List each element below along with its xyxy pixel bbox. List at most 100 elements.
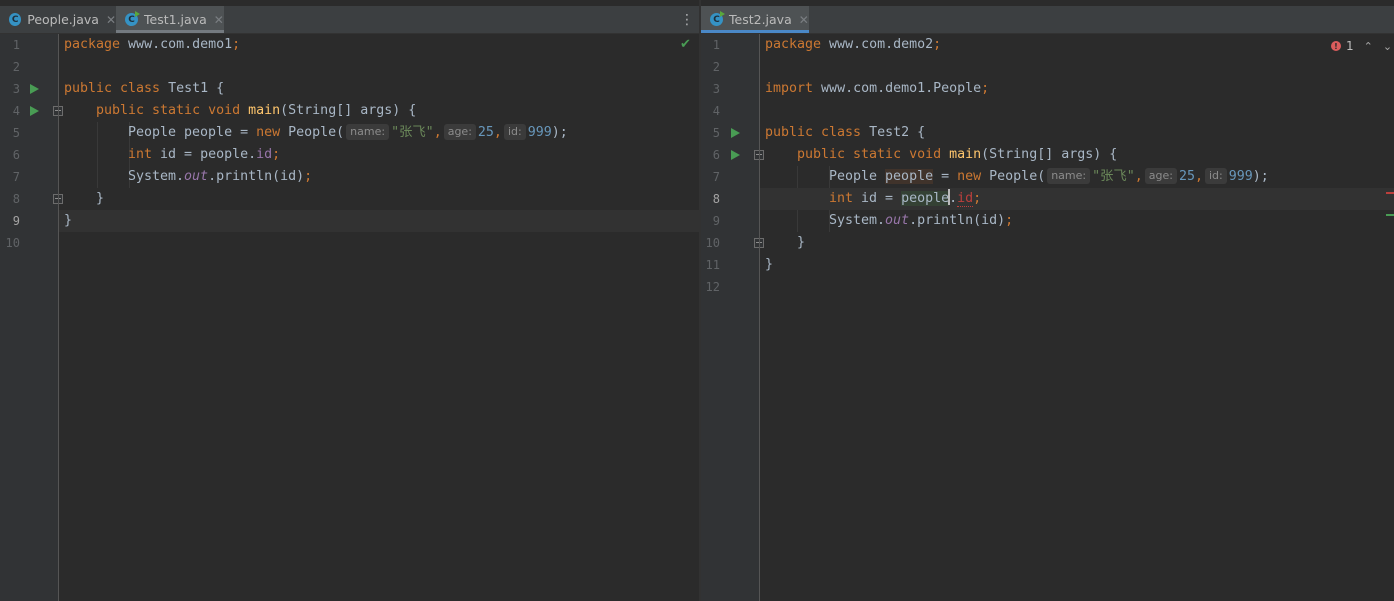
param-hint: name: [1047,168,1091,184]
line-number: 8 [12,192,20,206]
run-class-icon[interactable] [30,84,39,94]
error-count: 1 [1346,39,1354,53]
next-highlight-icon[interactable]: ⌄ [1383,40,1392,53]
usage-stripe-mark[interactable] [1386,214,1394,216]
left-tab-bar: C People.java ✕ C Test1.java ✕ ⋮ [0,6,699,34]
close-icon[interactable]: ✕ [799,13,809,27]
line-number: 2 [12,60,20,74]
code-text: .println(id) [208,169,305,184]
runnable-class-icon: C [125,11,140,26]
variable-highlight: people [885,169,934,184]
variable-highlight: people [901,191,950,206]
code-text: People( [981,169,1046,184]
line-number: 8 [712,192,720,206]
line-number: 7 [12,170,20,184]
left-gutter: 1 2 3 4 5 6 7 8 9 10 [0,34,63,601]
code-text: , [1194,169,1203,184]
code-text: id = people. [152,147,257,162]
code-text: www.com.demo2 [821,37,934,52]
code-line-11: } [760,254,1394,276]
inspection-widget[interactable]: ! 1 ⌃ ⌄ [1331,39,1392,53]
static-field: out [184,169,209,184]
code-text: ; [973,191,982,206]
right-tab-bar: C Test2.java ✕ [701,6,1394,34]
code-text: ; [981,81,990,96]
static-field: out [885,213,910,228]
run-class-icon[interactable] [731,128,740,138]
code-text: Test2 { [861,125,926,140]
right-editor-pane: C Test2.java ✕ 1 2 3 4 5 6 7 8 9 10 11 1… [701,0,1394,601]
code-line-5: public class Test2 { [760,122,1394,144]
line-number: 11 [705,258,720,272]
keyword: new [957,169,982,184]
code-text: www.com.demo1.People [813,81,982,96]
close-icon[interactable]: ✕ [214,13,224,27]
code-line-8: } [59,188,699,210]
method-name: main [949,147,982,162]
tab-test1-java[interactable]: C Test1.java ✕ [116,6,224,33]
check-mark-icon[interactable]: ✔ [680,37,691,52]
close-icon[interactable]: ✕ [106,13,116,27]
line-number: 1 [712,38,720,52]
code-line-7: System.out.println(id); [59,166,699,188]
code-text: .println(id) [909,213,1006,228]
left-editor-pane: C People.java ✕ C Test1.java ✕ ⋮ 1 2 3 4… [0,0,699,601]
line-number: 5 [712,126,720,140]
field-name: id [256,147,273,162]
error-field: id [957,191,974,207]
code-line-3: import www.com.demo1.People; [760,78,1394,100]
line-number: 3 [12,82,20,96]
more-options-icon[interactable]: ⋮ [680,12,694,28]
code-text: System. [128,169,185,184]
code-text: . [949,191,958,206]
code-text: , [493,125,502,140]
line-number: 9 [12,214,20,228]
tab-test2-java[interactable]: C Test2.java ✕ [701,6,809,33]
param-hint: id: [1204,168,1227,184]
tab-label: Test2.java [729,12,792,27]
code-line-8: int id = people.id; [760,188,1394,210]
right-gutter: 1 2 3 4 5 6 7 8 9 10 11 12 [701,34,764,601]
number-literal: 25 [1178,169,1195,184]
tab-label: People.java [27,12,99,27]
left-code-area[interactable]: package www.com.demo1; public class Test… [59,34,699,601]
code-text: ; [1005,213,1014,228]
line-number: 2 [712,60,720,74]
run-main-icon[interactable] [30,106,39,116]
previous-highlight-icon[interactable]: ⌃ [1364,40,1373,53]
run-main-icon[interactable] [731,150,740,160]
code-text: People( [280,125,345,140]
code-text: www.com.demo1 [120,37,233,52]
code-text: , [1134,169,1143,184]
number-literal: 999 [1228,169,1253,184]
line-number: 3 [712,82,720,96]
line-number: 10 [5,236,20,250]
editor-split: C People.java ✕ C Test1.java ✕ ⋮ 1 2 3 4… [0,0,1394,601]
string-literal: "张飞" [1092,169,1135,184]
code-text: ); [1252,169,1269,184]
code-text: People people = [128,125,257,140]
runnable-class-icon: C [710,11,725,26]
right-code-area[interactable]: package www.com.demo2; import www.com.de… [760,34,1394,601]
keyword: public class [64,81,161,96]
line-number: 4 [712,104,720,118]
error-stripe-mark[interactable] [1386,192,1394,194]
param-hint: id: [503,124,526,140]
keyword: public class [765,125,862,140]
class-icon: C [9,13,22,26]
code-line-3: public class Test1 { [59,78,699,100]
keyword: package [64,37,121,52]
tab-label: Test1.java [144,12,207,27]
keyword: package [765,37,822,52]
code-text: ; [933,37,942,52]
keyword: new [256,125,281,140]
keyword: int [128,147,153,162]
string-literal: "张飞" [391,125,434,140]
tab-people-java[interactable]: C People.java ✕ [0,6,116,33]
param-hint: age: [1144,168,1177,184]
line-number: 9 [712,214,720,228]
code-text: ); [551,125,568,140]
code-text: = [933,169,958,184]
code-line-1: package www.com.demo1; [59,34,699,56]
code-line-9: System.out.println(id); [760,210,1394,232]
